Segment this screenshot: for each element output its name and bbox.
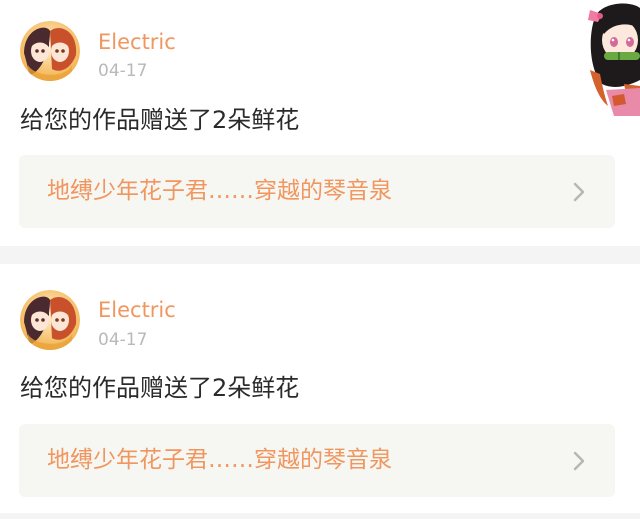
timestamp: 04-17 xyxy=(98,61,148,81)
work-link-title: 地缚少年花子君……穿越的琴音泉 xyxy=(47,447,392,473)
card-separator xyxy=(0,513,640,519)
notification-card: Electric 04-17 给您的作品赠送了2朵鲜花 地缚少年花子君……穿越的… xyxy=(0,0,640,246)
username[interactable]: Electric xyxy=(98,29,176,55)
notification-card: Electric 04-17 给您的作品赠送了2朵鲜花 地缚少年花子君……穿越的… xyxy=(0,264,640,513)
card-separator xyxy=(0,246,640,264)
avatar[interactable] xyxy=(20,21,80,81)
chevron-right-icon xyxy=(573,182,585,202)
work-link[interactable]: 地缚少年花子君……穿越的琴音泉 xyxy=(19,424,615,497)
anime-girl-sticker-icon xyxy=(584,0,640,116)
work-link[interactable]: 地缚少年花子君……穿越的琴音泉 xyxy=(19,155,615,228)
timestamp: 04-17 xyxy=(98,330,148,350)
gift-message: 给您的作品赠送了2朵鲜花 xyxy=(20,374,300,402)
work-link-title: 地缚少年花子君……穿越的琴音泉 xyxy=(47,178,392,204)
gift-message: 给您的作品赠送了2朵鲜花 xyxy=(20,106,300,134)
anime-avatar-icon xyxy=(20,21,80,81)
avatar[interactable] xyxy=(20,290,80,350)
chevron-right-icon xyxy=(573,451,585,471)
notification-page: Electric 04-17 给您的作品赠送了2朵鲜花 地缚少年花子君……穿越的… xyxy=(0,0,640,519)
username[interactable]: Electric xyxy=(98,297,176,323)
anime-avatar-icon xyxy=(20,290,80,350)
